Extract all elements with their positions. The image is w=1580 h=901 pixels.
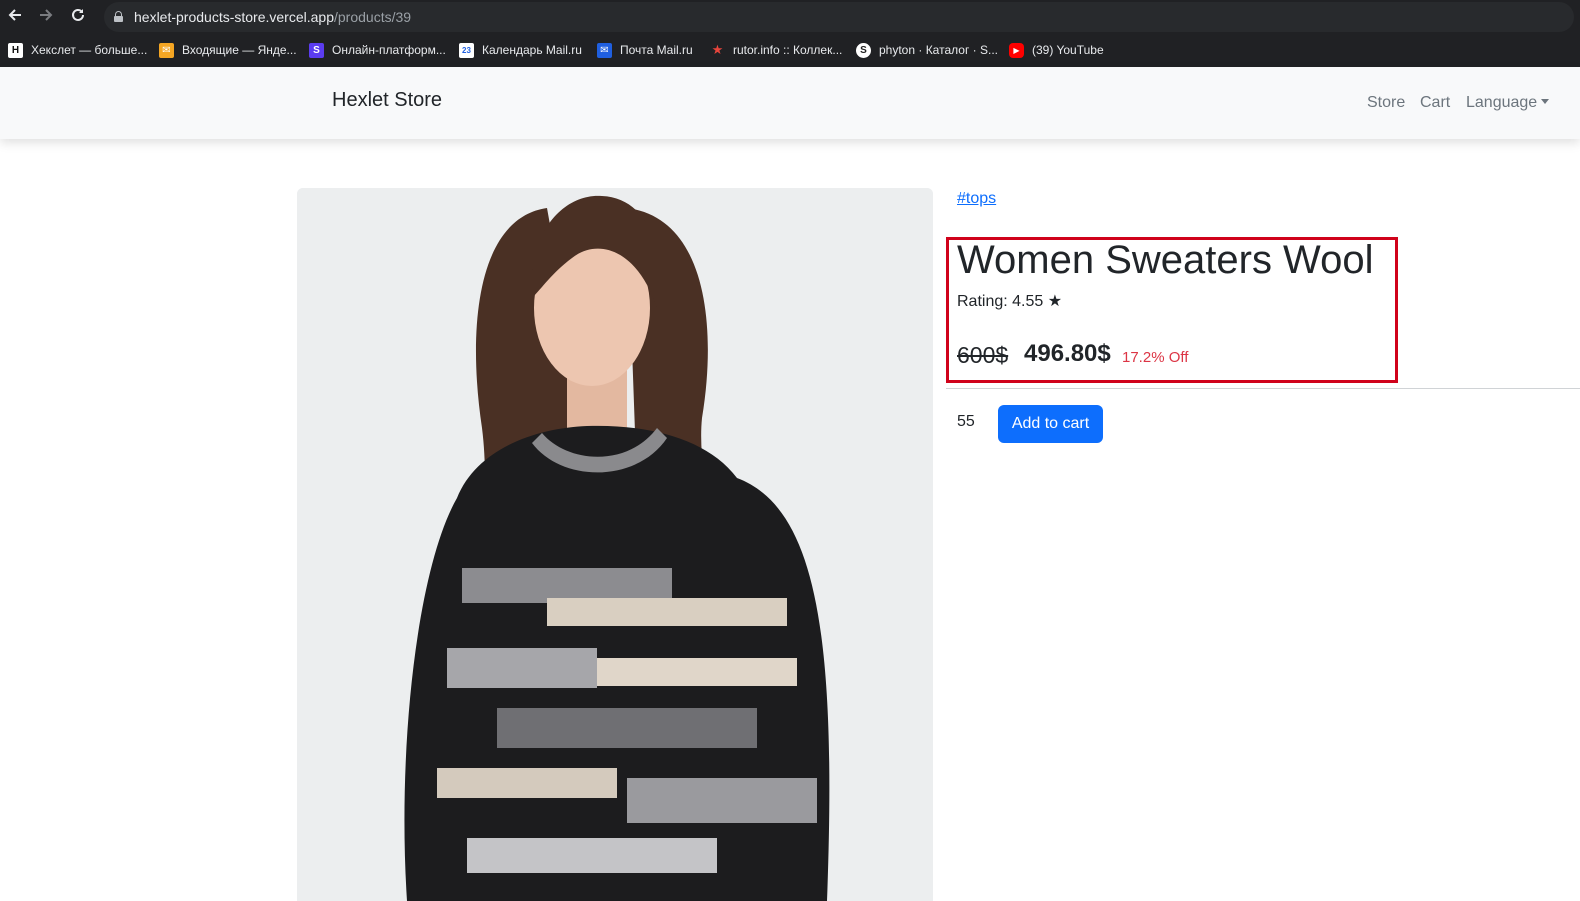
bookmark-label: phyton · Каталог · S... bbox=[879, 43, 998, 57]
nav-language-dropdown[interactable]: Language bbox=[1466, 94, 1550, 112]
bookmark-rutor[interactable]: ★ rutor.info :: Коллек... bbox=[710, 41, 843, 59]
yandex-mail-icon: ✉ bbox=[159, 42, 174, 58]
bookmark-mail-ru[interactable]: ✉ Почта Mail.ru bbox=[597, 41, 693, 59]
old-price: 600$ bbox=[957, 342, 1009, 368]
bookmark-label: Входящие — Янде... bbox=[182, 43, 297, 57]
back-arrow-icon[interactable] bbox=[5, 7, 25, 27]
brand-link[interactable]: Hexlet Store bbox=[332, 89, 442, 112]
product-image bbox=[297, 188, 933, 901]
browser-toolbar: hexlet-products-store.vercel.app/product… bbox=[0, 0, 1580, 34]
bookmark-hexlet[interactable]: H Хекслет — больше... bbox=[8, 41, 147, 59]
bookmark-youtube[interactable]: ▶ (39) YouTube bbox=[1009, 41, 1104, 59]
url-text[interactable]: hexlet-products-store.vercel.app/product… bbox=[134, 9, 411, 25]
youtube-icon: ▶ bbox=[1009, 42, 1024, 58]
product-title: Women Sweaters Wool bbox=[957, 238, 1374, 282]
bookmark-yandex-mail[interactable]: ✉ Входящие — Янде... bbox=[159, 41, 297, 59]
add-to-cart-button[interactable]: Add to cart bbox=[998, 405, 1103, 443]
new-price: 496.80$ bbox=[1024, 340, 1111, 367]
url-path: /products/39 bbox=[334, 9, 412, 25]
skillbox-icon: S bbox=[309, 42, 324, 58]
hexlet-icon: H bbox=[8, 42, 23, 58]
bookmarks-bar: H Хекслет — больше... ✉ Входящие — Янде.… bbox=[0, 34, 1580, 67]
bookmark-label: (39) YouTube bbox=[1032, 43, 1104, 57]
discount-label: 17.2% Off bbox=[1122, 349, 1189, 366]
bookmark-label: Почта Mail.ru bbox=[620, 43, 693, 57]
bookmark-label: rutor.info :: Коллек... bbox=[733, 43, 843, 57]
rutor-icon: ★ bbox=[711, 42, 724, 57]
divider bbox=[946, 388, 1580, 389]
bookmark-online-platform[interactable]: S Онлайн-платформ... bbox=[309, 41, 446, 59]
mail-ru-icon: ✉ bbox=[597, 42, 612, 58]
bookmark-label: Онлайн-платформ... bbox=[332, 43, 446, 57]
calendar-icon: 23 bbox=[459, 42, 474, 58]
bookmark-stepik[interactable]: S phyton · Каталог · S... bbox=[856, 41, 998, 59]
caret-down-icon bbox=[1541, 99, 1550, 104]
forward-arrow-icon[interactable] bbox=[36, 7, 56, 27]
nav-cart[interactable]: Cart bbox=[1420, 94, 1450, 112]
stock-quantity: 55 bbox=[957, 413, 975, 430]
product-tag-link[interactable]: #tops bbox=[957, 190, 996, 208]
url-host: hexlet-products-store.vercel.app bbox=[134, 9, 334, 25]
site-navbar: Hexlet Store Store Cart Language bbox=[0, 67, 1580, 139]
nav-language-label: Language bbox=[1466, 94, 1538, 111]
bookmark-label: Хекслет — больше... bbox=[31, 43, 148, 57]
reload-icon[interactable] bbox=[68, 7, 88, 27]
bookmark-label: Календарь Mail.ru bbox=[482, 43, 582, 57]
product-rating: Rating: 4.55 ★ bbox=[957, 293, 1063, 310]
lock-icon[interactable] bbox=[114, 11, 123, 22]
stepik-icon: S bbox=[856, 42, 871, 58]
bookmark-calendar[interactable]: 23 Календарь Mail.ru bbox=[459, 41, 582, 59]
nav-store[interactable]: Store bbox=[1367, 94, 1405, 112]
